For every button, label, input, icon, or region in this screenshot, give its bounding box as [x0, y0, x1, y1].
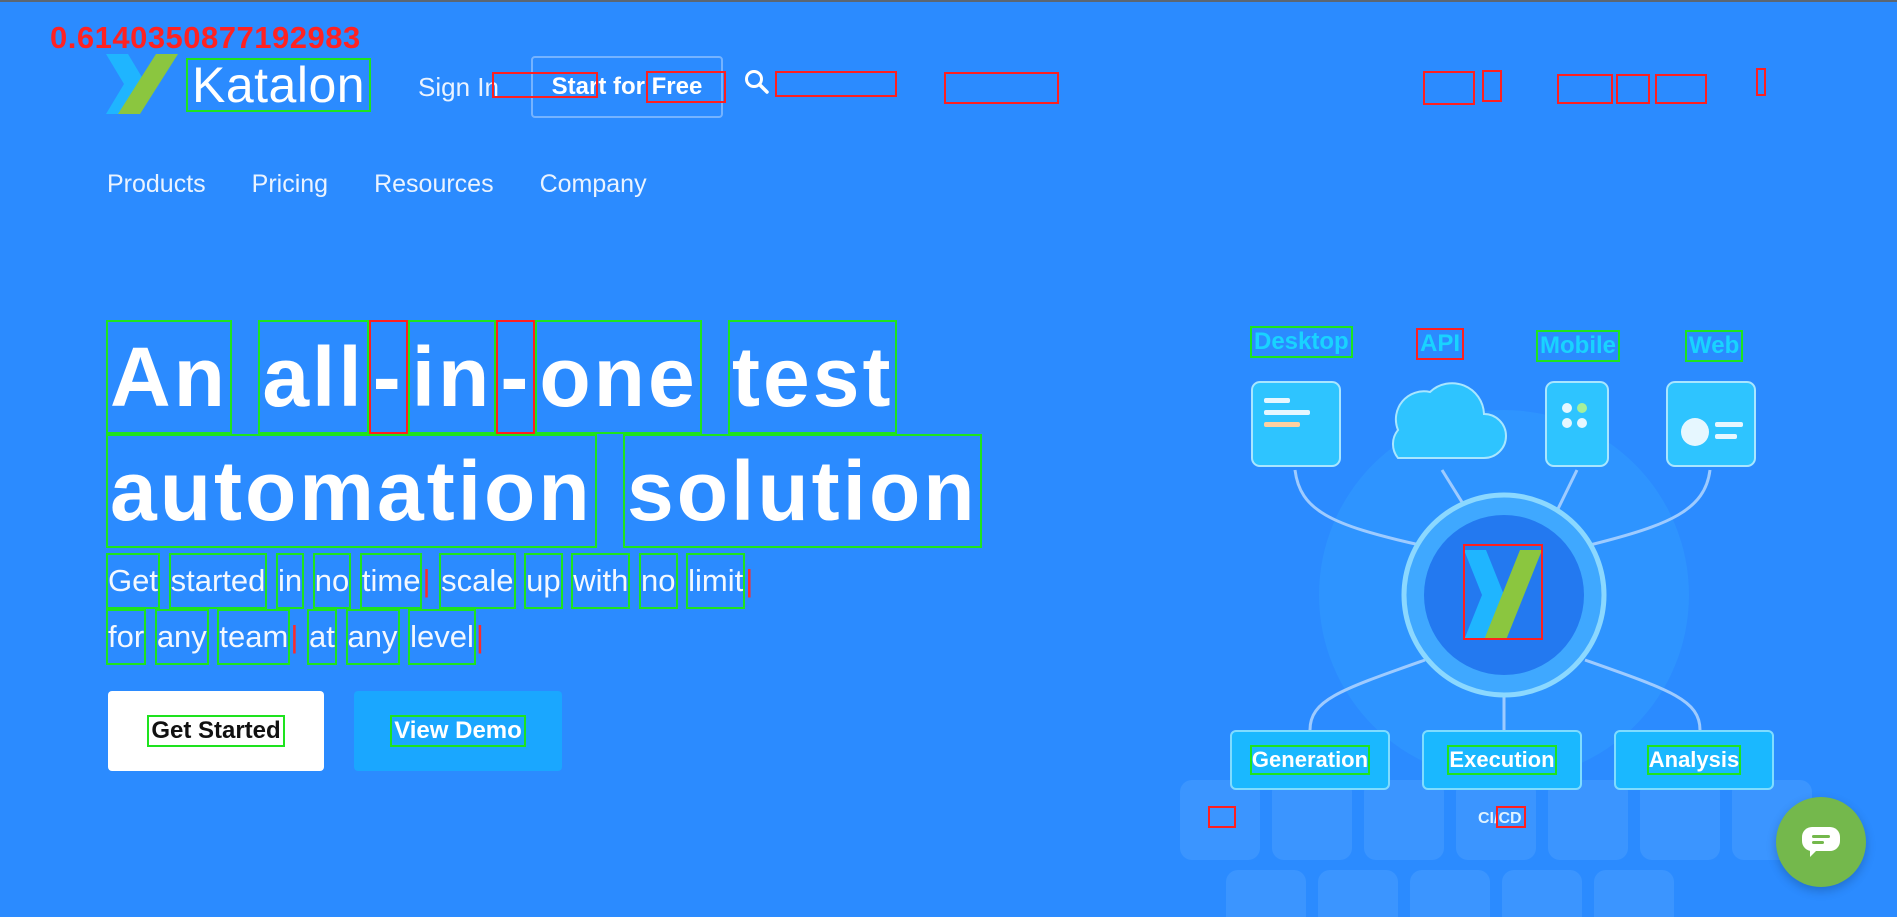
- cicd-label: CI/CD: [1478, 810, 1522, 827]
- view-demo-button[interactable]: View Demo: [354, 691, 562, 771]
- hero-subtitle: Get started in no time| scale up with no…: [106, 553, 766, 665]
- stage-analysis: Analysis: [1614, 730, 1774, 790]
- hero-subtitle-line-1: Get started in no time| scale up with no…: [106, 553, 766, 609]
- nav-resources[interactable]: Resources: [374, 170, 494, 199]
- platform-web: Web: [1685, 330, 1744, 362]
- nav-pricing[interactable]: Pricing: [252, 170, 328, 199]
- hero-title-word: -: [368, 320, 408, 434]
- hero-sub-word: scale: [439, 553, 516, 609]
- hero-sub-word: any: [345, 609, 400, 665]
- hero-sub-word: any: [154, 609, 209, 665]
- comma-mark: |: [422, 563, 431, 598]
- hero-title-word: -: [496, 320, 536, 434]
- hero-sub-word: in: [276, 553, 305, 609]
- detection-box: [1756, 68, 1766, 96]
- detection-box: [1655, 74, 1707, 104]
- hero-title-word: An: [106, 320, 232, 434]
- hero-sub-word: with: [571, 553, 631, 609]
- period-mark: |: [475, 619, 484, 654]
- hero-sub-word: no: [312, 553, 352, 609]
- detection-box: [1557, 74, 1613, 104]
- platform-desktop: Desktop: [1250, 326, 1353, 358]
- comma-mark: |: [745, 563, 754, 598]
- hero-sub-word: Get: [106, 553, 160, 609]
- stage-label: Analysis: [1646, 745, 1742, 775]
- detection-box: [1482, 70, 1502, 102]
- stage-execution: Execution: [1422, 730, 1582, 790]
- window-top-border: [0, 0, 1897, 2]
- hero-sub-word: level: [408, 609, 476, 665]
- hero-title-line-1: An all-in-one test: [106, 320, 982, 434]
- sign-in-link[interactable]: Sign In: [418, 72, 499, 103]
- hero-sub-word: time: [359, 553, 423, 609]
- hero-sub-word: started: [168, 553, 268, 609]
- hero-sub-word: no: [639, 553, 678, 609]
- hero-title-word: automation: [106, 434, 597, 548]
- stage-label: Generation: [1249, 745, 1371, 775]
- start-for-free-label: Start for Free: [551, 73, 703, 100]
- comma-mark: |: [290, 619, 299, 654]
- detection-box: [944, 72, 1059, 104]
- hero-title-word: solution: [623, 434, 982, 548]
- detection-score: 0.6140350877192983: [50, 20, 361, 55]
- view-demo-label: View Demo: [390, 715, 526, 747]
- hero-subtitle-line-2: for any team| at any level|: [106, 609, 766, 665]
- detection-box: [1616, 74, 1650, 104]
- katalon-logo-icon[interactable]: [106, 54, 178, 114]
- hero-sub-word: team: [217, 609, 291, 665]
- get-started-button[interactable]: Get Started: [108, 691, 324, 771]
- stage-label: Execution: [1447, 745, 1557, 775]
- brand-name[interactable]: Katalon: [186, 58, 372, 112]
- search-icon[interactable]: [743, 68, 771, 96]
- hero-title-word: test: [728, 320, 898, 434]
- platform-api: API: [1416, 328, 1465, 360]
- hero-sub-word: for: [106, 609, 147, 665]
- detection-box: [775, 71, 897, 97]
- nav-company[interactable]: Company: [540, 170, 647, 199]
- hero-sub-word: up: [524, 553, 563, 609]
- chat-icon[interactable]: [1776, 797, 1866, 887]
- hero-title-word: all: [258, 320, 369, 434]
- start-for-free-button[interactable]: Start for Free: [531, 56, 723, 118]
- hero-sub-word: at: [307, 609, 337, 665]
- get-started-label: Get Started: [147, 715, 285, 747]
- detection-box: [1423, 71, 1475, 105]
- stage-generation: Generation: [1230, 730, 1390, 790]
- main-nav: Products Pricing Resources Company: [107, 170, 693, 199]
- hero-title: An all-in-one test automation solution: [106, 320, 982, 548]
- hero-title-line-2: automation solution: [106, 434, 982, 548]
- hero-title-word: one: [535, 320, 702, 434]
- hero-sub-word: limit: [686, 553, 746, 609]
- platform-mobile: Mobile: [1536, 330, 1620, 362]
- hero-title-word: in: [407, 320, 497, 434]
- nav-products[interactable]: Products: [107, 170, 206, 199]
